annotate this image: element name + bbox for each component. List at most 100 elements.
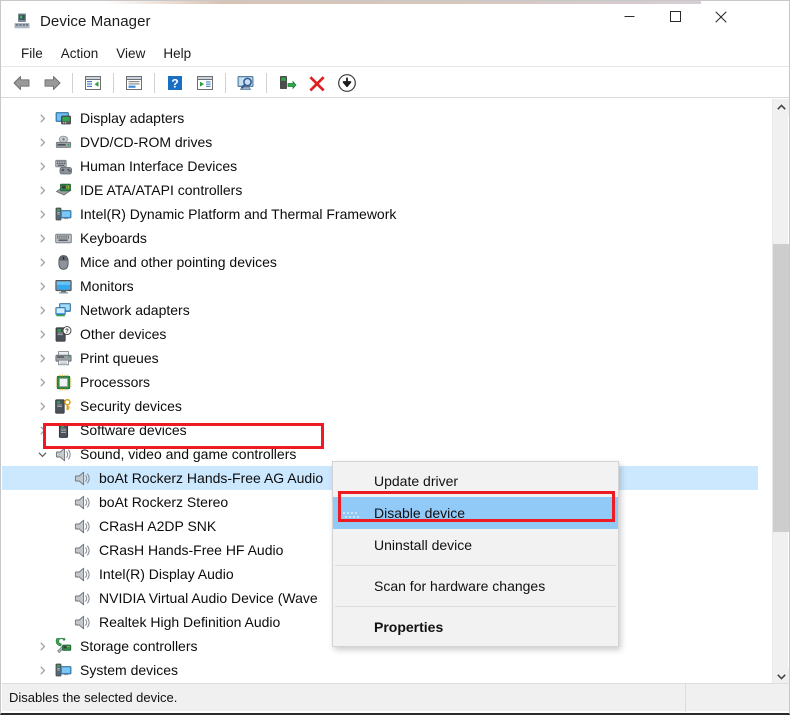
menu-help[interactable]: Help	[154, 43, 200, 65]
software-device-icon	[55, 422, 72, 439]
toolbar-separator	[225, 72, 226, 93]
tree-item-label: Keyboards	[80, 230, 147, 246]
context-menu[interactable]: Update driver Disable device Uninstall dev…	[332, 461, 619, 647]
chevron-right-icon[interactable]	[36, 400, 49, 413]
menu-view[interactable]: View	[107, 43, 154, 65]
chevron-right-icon[interactable]	[36, 328, 49, 341]
chevron-right-icon[interactable]	[36, 376, 49, 389]
tree-item-label: Display adapters	[80, 110, 185, 126]
title-bar[interactable]: Device Manager	[1, 1, 789, 41]
tree-item-label: Realtek High Definition Audio	[99, 614, 281, 630]
processor-icon	[55, 374, 72, 391]
tree-item[interactable]: Monitors	[2, 274, 758, 298]
tree-item[interactable]: IDE ATA/ATAPI controllers	[2, 178, 758, 202]
other-device-icon: ?	[55, 325, 72, 343]
monitor-icon	[55, 278, 72, 295]
sound-device-icon	[74, 566, 91, 583]
close-button[interactable]	[698, 1, 744, 32]
menu-bar: File Action View Help	[1, 41, 789, 67]
chevron-right-icon[interactable]	[36, 304, 49, 317]
chevron-right-icon[interactable]	[36, 280, 49, 293]
show-hide-console-tree-button[interactable]	[79, 70, 107, 96]
chevron-right-icon[interactable]	[36, 640, 49, 653]
chevron-right-icon[interactable]	[36, 424, 49, 437]
help-button[interactable]: ?	[161, 70, 189, 96]
chevron-right-icon[interactable]	[36, 256, 49, 269]
scroll-up-icon[interactable]	[773, 99, 789, 116]
maximize-button[interactable]	[652, 1, 698, 32]
chevron-right-icon[interactable]	[36, 232, 49, 245]
status-text: Disables the selected device.	[9, 690, 178, 705]
context-menu-item[interactable]: Uninstall device	[333, 529, 618, 561]
tree-item-label: Human Interface Devices	[80, 158, 238, 174]
vertical-scrollbar[interactable]	[772, 99, 789, 685]
back-button[interactable]	[8, 70, 36, 96]
device-manager-icon	[13, 12, 31, 30]
toolbar-separator	[72, 72, 73, 93]
tree-item-label: Software devices	[80, 422, 187, 438]
sound-device-icon	[74, 614, 91, 631]
tree-item[interactable]: Print queues	[2, 346, 758, 370]
context-menu-item[interactable]: Scan for hardware changes	[333, 570, 618, 602]
system-device-icon	[55, 206, 72, 223]
tree-item-label: boAt Rockerz Hands-Free AG Audio	[99, 470, 324, 486]
chevron-right-icon[interactable]	[36, 664, 49, 677]
tree-item-label: boAt Rockerz Stereo	[99, 494, 229, 510]
menu-file[interactable]: File	[12, 43, 52, 65]
tree-item[interactable]: Processors	[2, 370, 758, 394]
context-menu-item-label: Scan for hardware changes	[374, 578, 546, 594]
sound-device-icon	[74, 542, 91, 559]
chevron-right-icon[interactable]	[36, 208, 49, 221]
update-driver-button[interactable]	[273, 70, 301, 96]
tree-item[interactable]: Network adapters	[2, 298, 758, 322]
tree-item[interactable]: Security devices	[2, 394, 758, 418]
forward-button[interactable]	[38, 70, 66, 96]
tree-item[interactable]: System devices	[2, 658, 758, 682]
tree-item-label: Monitors	[80, 278, 134, 294]
chevron-right-icon[interactable]	[36, 160, 49, 173]
tree-item-label: Security devices	[80, 398, 182, 414]
tree-item-label: Sound, video and game controllers	[80, 446, 297, 462]
chevron-down-icon[interactable]	[36, 448, 49, 461]
storage-controller-icon	[55, 635, 72, 655]
tree-item[interactable]: Keyboards	[2, 226, 758, 250]
toolbar-separator	[266, 72, 267, 93]
tree-item-label: System devices	[80, 662, 179, 678]
scrollbar-thumb[interactable]	[773, 244, 789, 532]
context-menu-item[interactable]: Properties	[333, 611, 618, 643]
chevron-right-icon[interactable]	[36, 352, 49, 365]
tree-item[interactable]: Human Interface Devices	[2, 154, 758, 178]
disable-device-button[interactable]	[333, 70, 361, 96]
tree-item[interactable]: Mice and other pointing devices	[2, 250, 758, 274]
tree-item-label: Storage controllers	[80, 638, 198, 654]
tree-item[interactable]: Software devices	[2, 418, 758, 442]
window-title: Device Manager	[40, 12, 151, 30]
menu-action[interactable]: Action	[52, 43, 108, 65]
tree-item-label: DVD/CD-ROM drives	[80, 134, 213, 150]
tree-item[interactable]: ? Other devices	[2, 322, 758, 346]
chevron-right-icon[interactable]	[36, 136, 49, 149]
uninstall-device-button[interactable]	[303, 70, 331, 96]
minimize-button[interactable]	[606, 1, 652, 32]
scan-hardware-changes-button[interactable]	[232, 70, 260, 96]
tree-item-label: Mice and other pointing devices	[80, 254, 277, 270]
context-menu-item[interactable]: Disable device	[333, 497, 618, 529]
keyboard-icon	[55, 230, 72, 247]
tree-item[interactable]: DVD/CD-ROM drives	[2, 130, 758, 154]
tree-item-label: Network adapters	[80, 302, 190, 318]
tree-item-label: Other devices	[80, 326, 167, 342]
tree-item-label: NVIDIA Virtual Audio Device (Wave	[99, 590, 318, 606]
context-menu-item-label: Update driver	[374, 473, 459, 489]
properties-button[interactable]	[120, 70, 148, 96]
tree-item-label: Processors	[80, 374, 151, 390]
tree-item[interactable]: Display adapters	[2, 106, 758, 130]
toolbar: ?	[1, 68, 789, 98]
tree-item-label: Intel(R) Dynamic Platform and Thermal Fr…	[80, 206, 397, 222]
action-menu-button[interactable]	[191, 70, 219, 96]
context-menu-item[interactable]: Update driver	[333, 465, 618, 497]
tree-item-label: CRasH Hands-Free HF Audio	[99, 542, 284, 558]
chevron-right-icon[interactable]	[36, 184, 49, 197]
display-adapter-icon	[55, 110, 72, 127]
tree-item[interactable]: Intel(R) Dynamic Platform and Thermal Fr…	[2, 202, 758, 226]
chevron-right-icon[interactable]	[36, 112, 49, 125]
